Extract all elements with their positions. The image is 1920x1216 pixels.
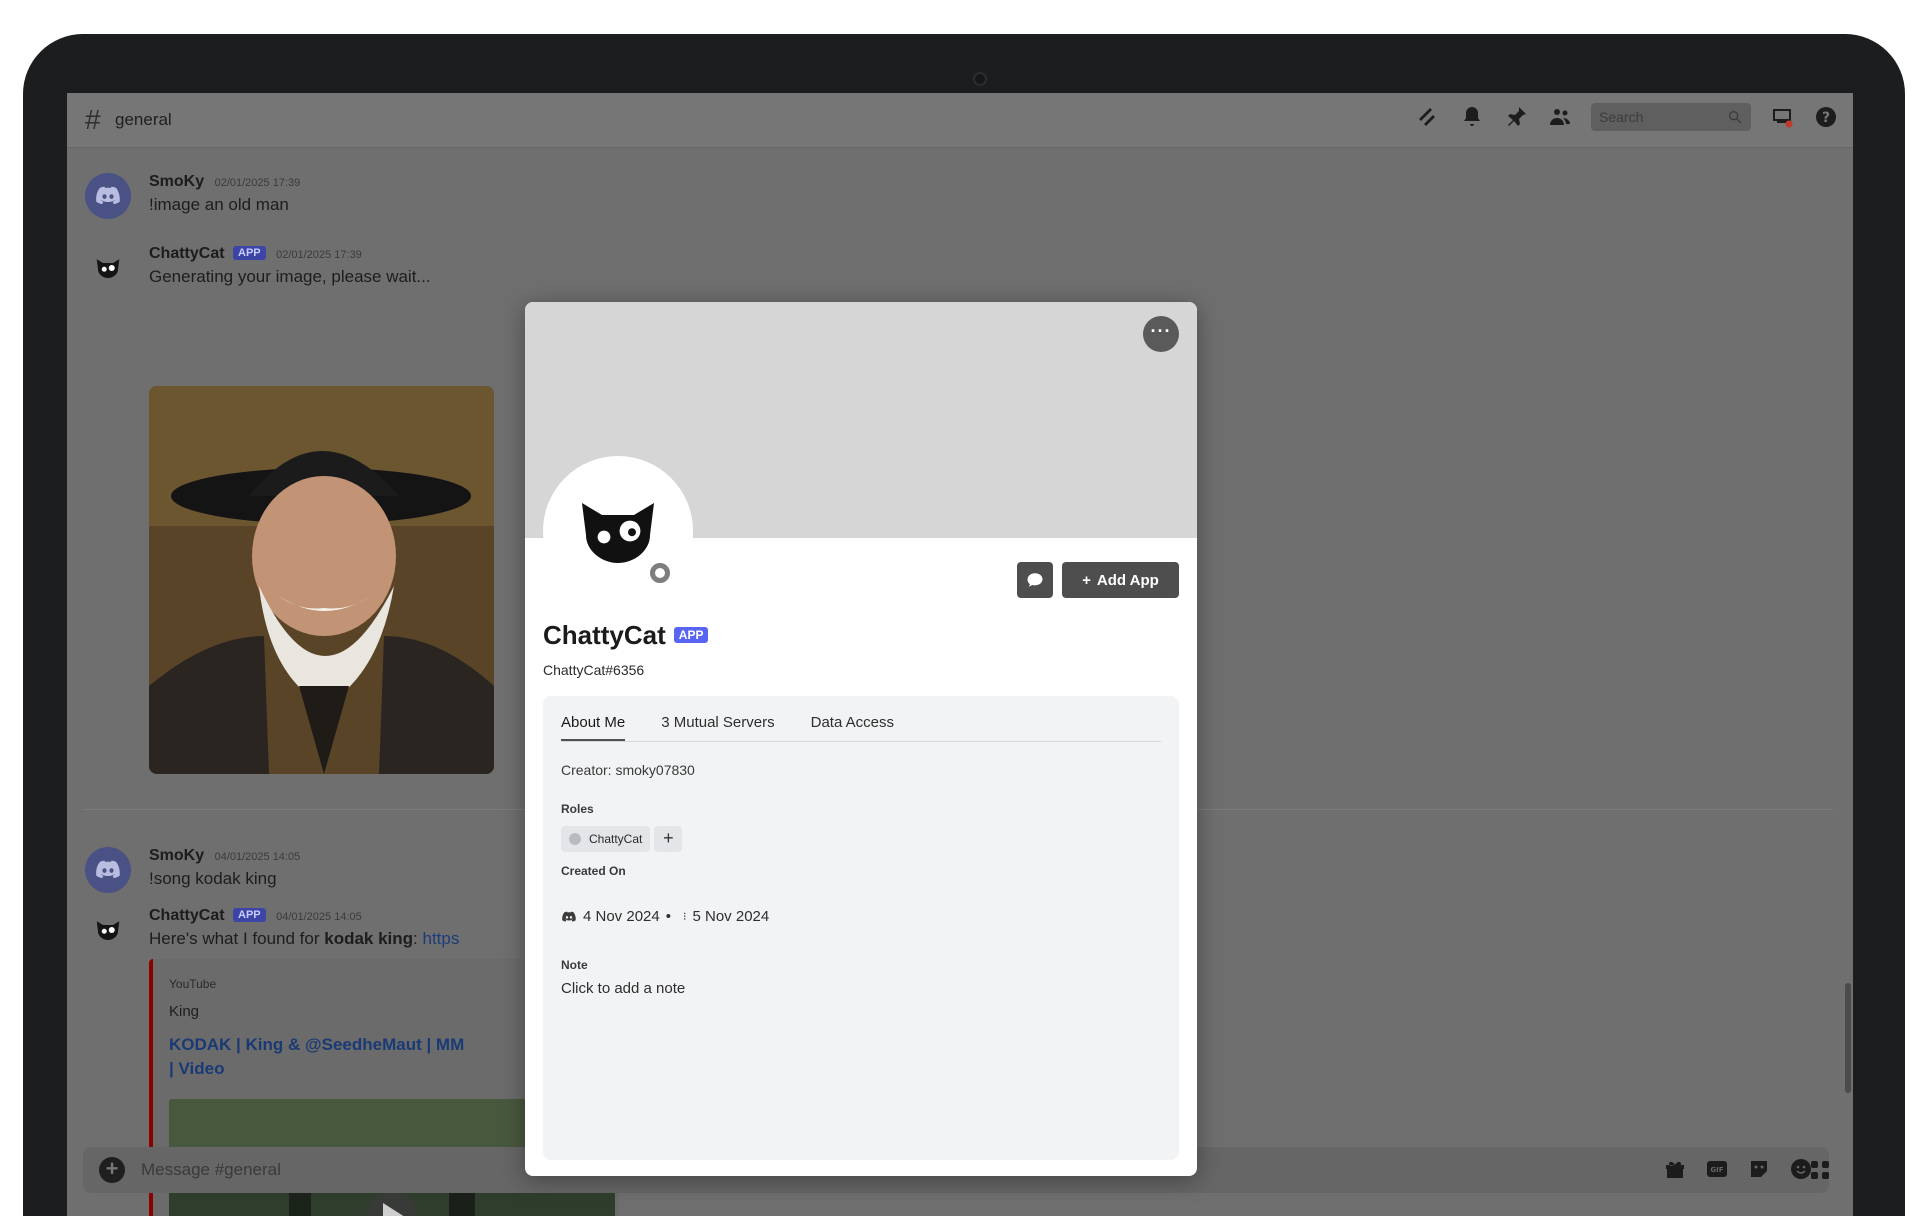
apps-icon[interactable] — [1807, 1157, 1833, 1183]
threads-icon[interactable] — [1415, 104, 1441, 130]
profile-tabs: About Me 3 Mutual Servers Data Access — [561, 714, 1161, 742]
bell-icon[interactable] — [1459, 104, 1485, 130]
timestamp: 02/01/2025 17:39 — [276, 249, 362, 261]
query-bold: kodak king — [324, 929, 414, 948]
send-message-button[interactable] — [1017, 562, 1053, 598]
discord-created-date: 4 Nov 2024 — [583, 908, 660, 925]
note-heading: Note — [561, 958, 588, 972]
plus-icon: + — [1082, 571, 1091, 589]
profile-popout: ··· + Add App ChattyCat APP ChattyCat#635… — [525, 302, 1197, 1176]
avatar[interactable] — [85, 173, 131, 219]
profile-name: ChattyCat APP — [543, 620, 709, 651]
username[interactable]: ChattyCat — [149, 245, 225, 262]
add-attachment-button[interactable]: + — [99, 1157, 125, 1183]
svg-text:GIF: GIF — [1710, 1166, 1723, 1174]
embed-provider[interactable]: YouTube — [169, 977, 216, 991]
svg-text:?: ? — [1822, 110, 1830, 126]
discord-logo-icon — [96, 186, 120, 205]
role-chip[interactable]: ChattyCat — [561, 826, 651, 852]
server-joined-date: 5 Nov 2024 — [692, 908, 770, 925]
username[interactable]: SmoKy — [149, 173, 204, 190]
note-input[interactable]: Click to add a note — [561, 980, 685, 997]
embed-title[interactable]: KODAK | King & @SeedheMaut | MM | Video — [169, 1033, 469, 1081]
search-input[interactable]: Search — [1591, 103, 1751, 131]
cat-face-icon — [96, 259, 120, 278]
roles-list: ChattyCat + — [561, 826, 683, 852]
sticker-icon[interactable] — [1747, 1157, 1771, 1181]
timestamp: 04/01/2025 14:05 — [276, 911, 362, 923]
timestamp: 04/01/2025 14:05 — [214, 851, 301, 863]
pin-icon[interactable] — [1503, 104, 1529, 130]
message-item: ChattyCat APP 04/01/2025 14:05 Here's wh… — [85, 907, 459, 953]
app-badge: APP — [673, 627, 709, 643]
chat-bubble-icon — [1027, 573, 1043, 587]
channel-header: # general Search ? — [67, 93, 1853, 148]
app-badge: APP — [233, 908, 266, 922]
more-options-button[interactable]: ··· — [1143, 316, 1179, 352]
composer-placeholder: Message #general — [141, 1160, 281, 1179]
discord-logo-icon — [562, 911, 576, 922]
avatar[interactable] — [85, 847, 131, 893]
webcam — [973, 72, 987, 86]
role-name: ChattyCat — [589, 832, 643, 846]
username[interactable]: ChattyCat — [149, 907, 225, 924]
tab-mutual-servers[interactable]: 3 Mutual Servers — [661, 714, 774, 741]
message-item: SmoKy 02/01/2025 17:39 !image an old man — [85, 173, 300, 219]
generated-image[interactable] — [149, 386, 494, 774]
gif-icon[interactable]: GIF — [1705, 1157, 1729, 1181]
cat-face-icon — [96, 921, 120, 940]
search-icon — [1729, 111, 1742, 124]
scrollbar[interactable] — [1845, 983, 1851, 1093]
search-placeholder: Search — [1599, 109, 1644, 125]
add-app-button[interactable]: + Add App — [1062, 562, 1179, 598]
creator-text: Creator: smoky07830 — [561, 762, 695, 778]
display-name: ChattyCat — [543, 620, 666, 650]
composer-tools: GIF — [1663, 1157, 1813, 1181]
members-icon[interactable] — [1547, 104, 1573, 130]
header-toolbar: Search ? — [1415, 103, 1839, 131]
date-separator: • — [665, 908, 671, 925]
profile-details-card: About Me 3 Mutual Servers Data Access Cr… — [543, 696, 1179, 1160]
offline-status-icon — [645, 558, 675, 588]
app-badge: APP — [233, 246, 266, 260]
discord-window: # general Search ? SmoKy 02/01/2025 17:3… — [67, 93, 1853, 1216]
username[interactable]: SmoKy — [149, 847, 204, 864]
avatar[interactable] — [85, 245, 131, 291]
tab-data-access[interactable]: Data Access — [811, 714, 894, 741]
text-suffix: : — [413, 929, 423, 948]
discord-logo-icon — [96, 860, 120, 879]
add-role-button[interactable]: + — [654, 826, 683, 852]
created-heading: Created On — [561, 864, 626, 878]
role-color-dot — [569, 833, 581, 845]
help-icon[interactable]: ? — [1813, 104, 1839, 130]
avatar[interactable] — [85, 907, 131, 953]
gift-icon[interactable] — [1663, 1157, 1687, 1181]
channel-name: general — [115, 110, 172, 129]
timestamp: 02/01/2025 17:39 — [214, 177, 301, 189]
server-icon: ⁝ — [683, 911, 687, 923]
add-app-label: Add App — [1096, 571, 1159, 589]
inbox-icon[interactable] — [1769, 104, 1795, 130]
tab-about-me[interactable]: About Me — [561, 714, 626, 741]
profile-tag: ChattyCat#6356 — [543, 662, 645, 678]
message-item: SmoKy 04/01/2025 14:05 !song kodak king — [85, 847, 300, 893]
result-link[interactable]: https — [423, 929, 460, 948]
created-dates: 4 Nov 2024 • ⁝ 5 Nov 2024 — [561, 908, 769, 925]
message-item: ChattyCat APP 02/01/2025 17:39 Generatin… — [85, 245, 431, 291]
text-prefix: Here's what I found for — [149, 929, 325, 948]
message-text: !image an old man — [149, 195, 289, 214]
hashtag-icon: # — [85, 104, 101, 135]
message-text: Generating your image, please wait... — [149, 267, 431, 286]
embed-author[interactable]: King — [169, 1003, 199, 1020]
roles-heading: Roles — [561, 802, 594, 816]
